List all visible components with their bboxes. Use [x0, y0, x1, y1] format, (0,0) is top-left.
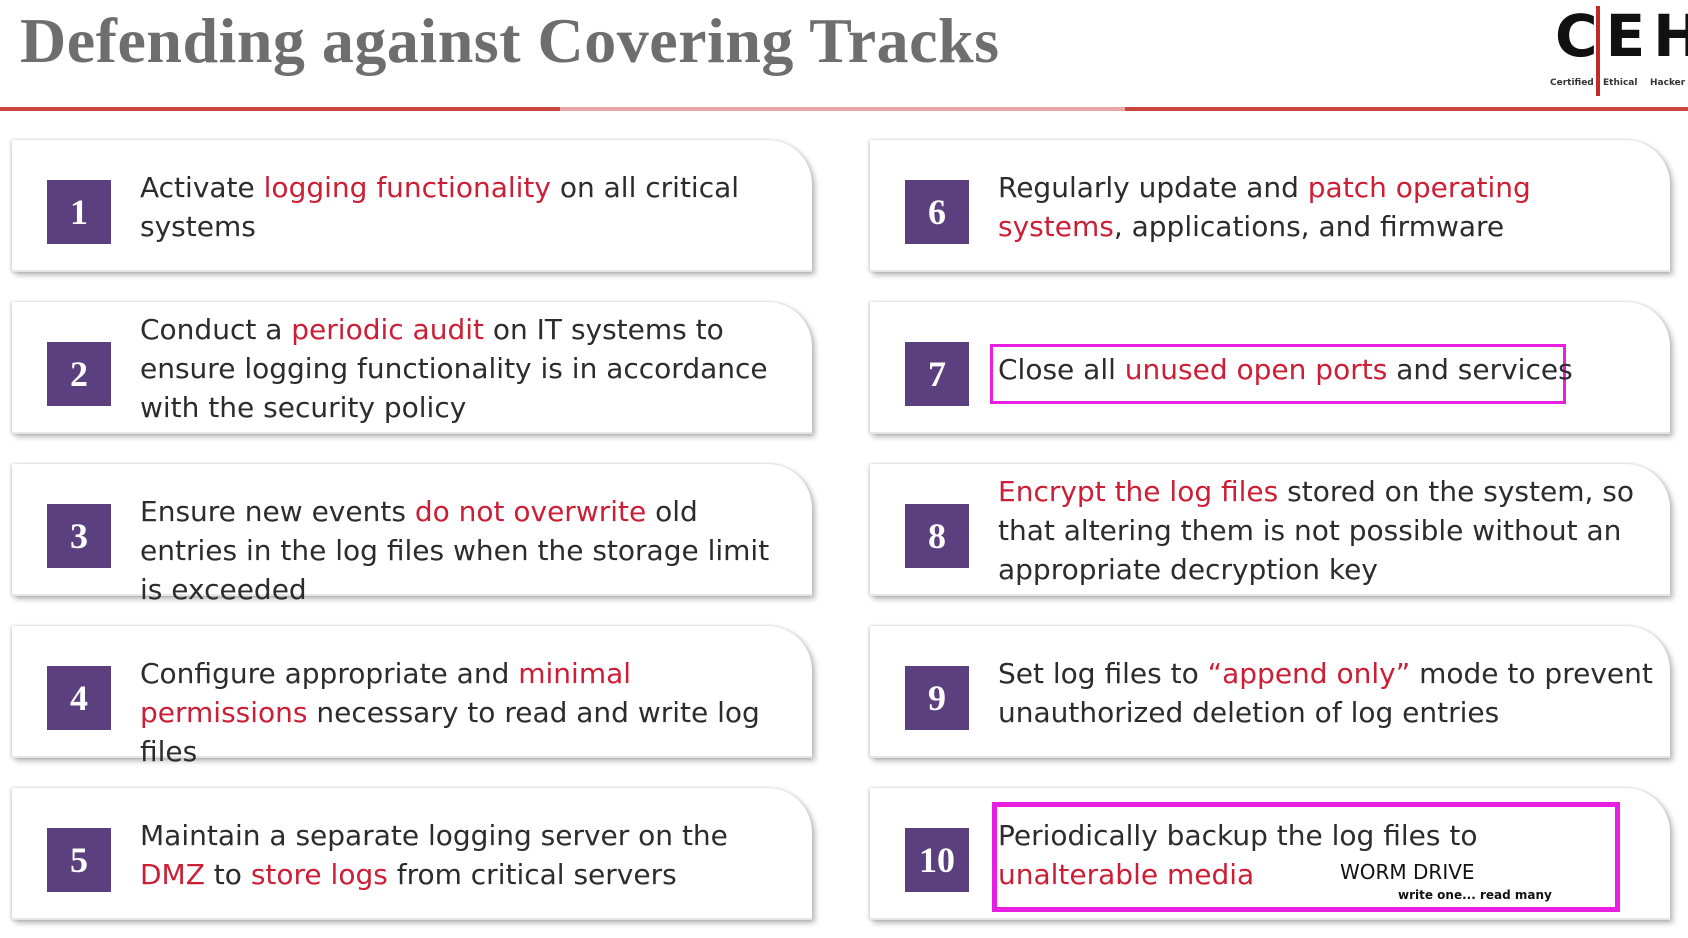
- item-number: 9: [905, 666, 969, 730]
- item-card-9: 9 Set log files to “append only” mode to…: [870, 626, 1670, 758]
- item-text: Activate logging functionality on all cr…: [140, 171, 740, 243]
- item-number: 5: [47, 828, 111, 892]
- item-number: 10: [905, 828, 969, 892]
- item-text: Regularly update and patch operating sys…: [998, 171, 1531, 243]
- item-text: Set log files to “append only” mode to p…: [998, 657, 1653, 729]
- item-number: 8: [905, 504, 969, 568]
- ceh-logo: CEH Certified Ethical Hacker: [1550, 2, 1688, 96]
- item-number: 4: [47, 666, 111, 730]
- logo-sub-ethical: Ethical: [1603, 78, 1638, 88]
- logo-sub-hacker: Hacker: [1650, 78, 1686, 88]
- slide: Defending against Covering Tracks CEH Ce…: [0, 0, 1688, 938]
- item-text: Close all unused open ports and services: [998, 353, 1573, 386]
- item-card-8: 8 Encrypt the log files stored on the sy…: [870, 464, 1670, 596]
- item-card-1: 1 Activate logging functionality on all …: [12, 140, 812, 272]
- worm-drive-subnote: write one... read many: [1398, 888, 1552, 902]
- logo-sub-certified: Certified: [1550, 78, 1594, 88]
- item-number: 7: [905, 342, 969, 406]
- item-card-6: 6 Regularly update and patch operating s…: [870, 140, 1670, 272]
- item-text: Encrypt the log files stored on the syst…: [998, 475, 1635, 586]
- item-number: 3: [47, 504, 111, 568]
- slide-title: Defending against Covering Tracks: [20, 5, 1000, 76]
- item-card-2: 2 Conduct a periodic audit on IT systems…: [12, 302, 812, 434]
- item-number: 6: [905, 180, 969, 244]
- item-text: Periodically backup the log files to una…: [998, 819, 1478, 891]
- title-divider: [0, 107, 1688, 111]
- item-card-7: 7 Close all unused open ports and servic…: [870, 302, 1670, 434]
- logo-bar: [1596, 6, 1600, 96]
- worm-drive-note: WORM DRIVE: [1340, 860, 1475, 884]
- item-number: 2: [47, 342, 111, 406]
- item-text: Ensure new events do not overwrite old e…: [140, 495, 770, 606]
- item-card-3: 3 Ensure new events do not overwrite old…: [12, 464, 812, 606]
- logo-letters: CEH: [1555, 2, 1688, 70]
- item-text: Maintain a separate logging server on th…: [140, 819, 728, 891]
- item-card-5: 5 Maintain a separate logging server on …: [12, 788, 812, 920]
- item-text: Conduct a periodic audit on IT systems t…: [140, 313, 768, 424]
- item-card-10: 10 Periodically backup the log files to …: [870, 788, 1670, 920]
- item-text: Configure appropriate and minimal permis…: [140, 657, 760, 768]
- item-number: 1: [47, 180, 111, 244]
- item-card-4: 4 Configure appropriate and minimal perm…: [12, 626, 812, 768]
